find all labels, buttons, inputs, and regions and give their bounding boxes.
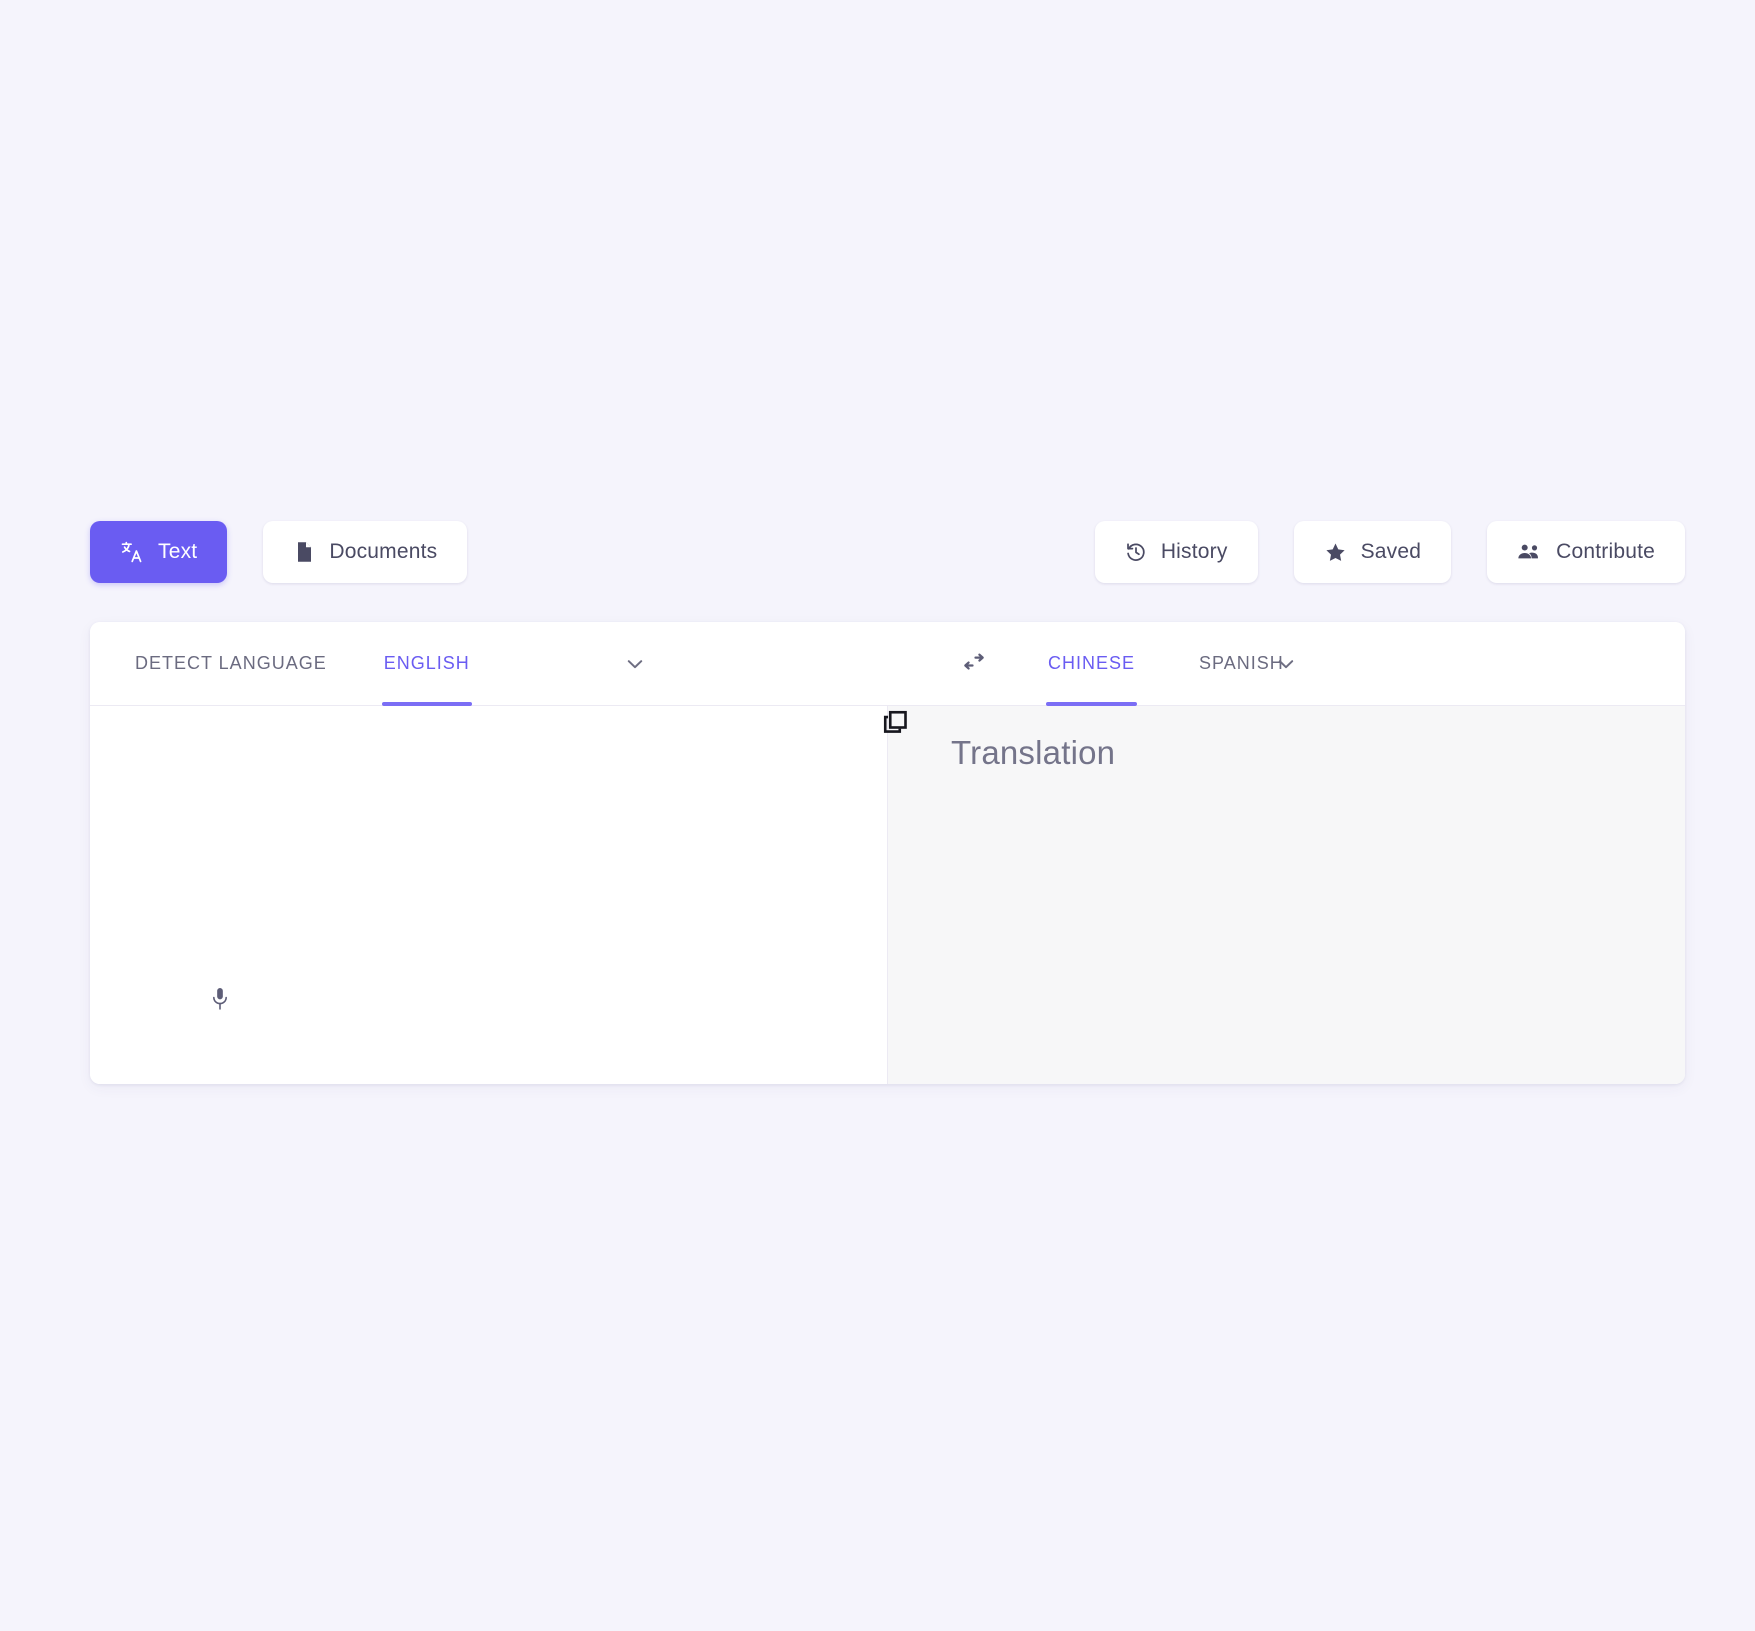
- microphone-icon: [213, 988, 227, 1010]
- source-language-dropdown[interactable]: [615, 644, 655, 684]
- chevron-down-icon: [1278, 659, 1294, 668]
- tab-text-label: Text: [158, 540, 198, 563]
- chevron-down-icon: [627, 659, 643, 668]
- top-toolbar: Text Documents History Saved Contribute: [90, 521, 1685, 583]
- source-panel: [90, 706, 888, 1084]
- target-lang-chinese-label: CHINESE: [1048, 653, 1136, 673]
- tab-documents[interactable]: Documents: [263, 521, 468, 583]
- translation-panels: Translation: [90, 706, 1685, 1084]
- language-selector-bar: DETECT LANGUAGE ENGLISH CHINESE SPANISH: [90, 622, 1685, 706]
- copy-icon: [883, 710, 907, 733]
- target-language-dropdown[interactable]: [1266, 644, 1306, 684]
- source-lang-detect[interactable]: DETECT LANGUAGE: [133, 622, 329, 705]
- contribute-button[interactable]: Contribute: [1487, 521, 1685, 583]
- translation-output-placeholder: Translation: [951, 734, 1116, 771]
- toolbar-left-group: Text Documents: [90, 521, 468, 583]
- history-label: History: [1160, 540, 1228, 563]
- tab-text[interactable]: Text: [90, 521, 228, 583]
- history-icon: [1125, 541, 1147, 563]
- source-lang-english-label: ENGLISH: [383, 653, 470, 673]
- target-language-group: CHINESE SPANISH: [888, 622, 1685, 706]
- target-panel: Translation: [883, 706, 1685, 1084]
- source-lang-english[interactable]: ENGLISH: [381, 622, 472, 706]
- source-lang-detect-label: DETECT LANGUAGE: [135, 653, 327, 673]
- star-icon: [1324, 541, 1347, 564]
- source-text-input[interactable]: [133, 736, 833, 986]
- translator-app: Text Documents History Saved Contribute …: [0, 0, 1755, 1631]
- toolbar-right-group: History Saved Contribute: [1094, 521, 1685, 583]
- copy-translation-button[interactable]: [874, 702, 916, 744]
- document-icon: [293, 540, 315, 564]
- people-icon: [1517, 541, 1542, 563]
- source-language-group: DETECT LANGUAGE ENGLISH: [90, 622, 888, 706]
- translate-icon: [120, 540, 144, 564]
- tab-documents-label: Documents: [329, 540, 438, 563]
- target-lang-chinese[interactable]: CHINESE: [1046, 622, 1138, 706]
- saved-label: Saved: [1360, 540, 1422, 563]
- history-button[interactable]: History: [1094, 521, 1258, 583]
- translator-card: DETECT LANGUAGE ENGLISH CHINESE SPANISH …: [90, 622, 1685, 1084]
- contribute-label: Contribute: [1556, 540, 1655, 563]
- saved-button[interactable]: Saved: [1293, 521, 1452, 583]
- microphone-button[interactable]: [203, 982, 237, 1016]
